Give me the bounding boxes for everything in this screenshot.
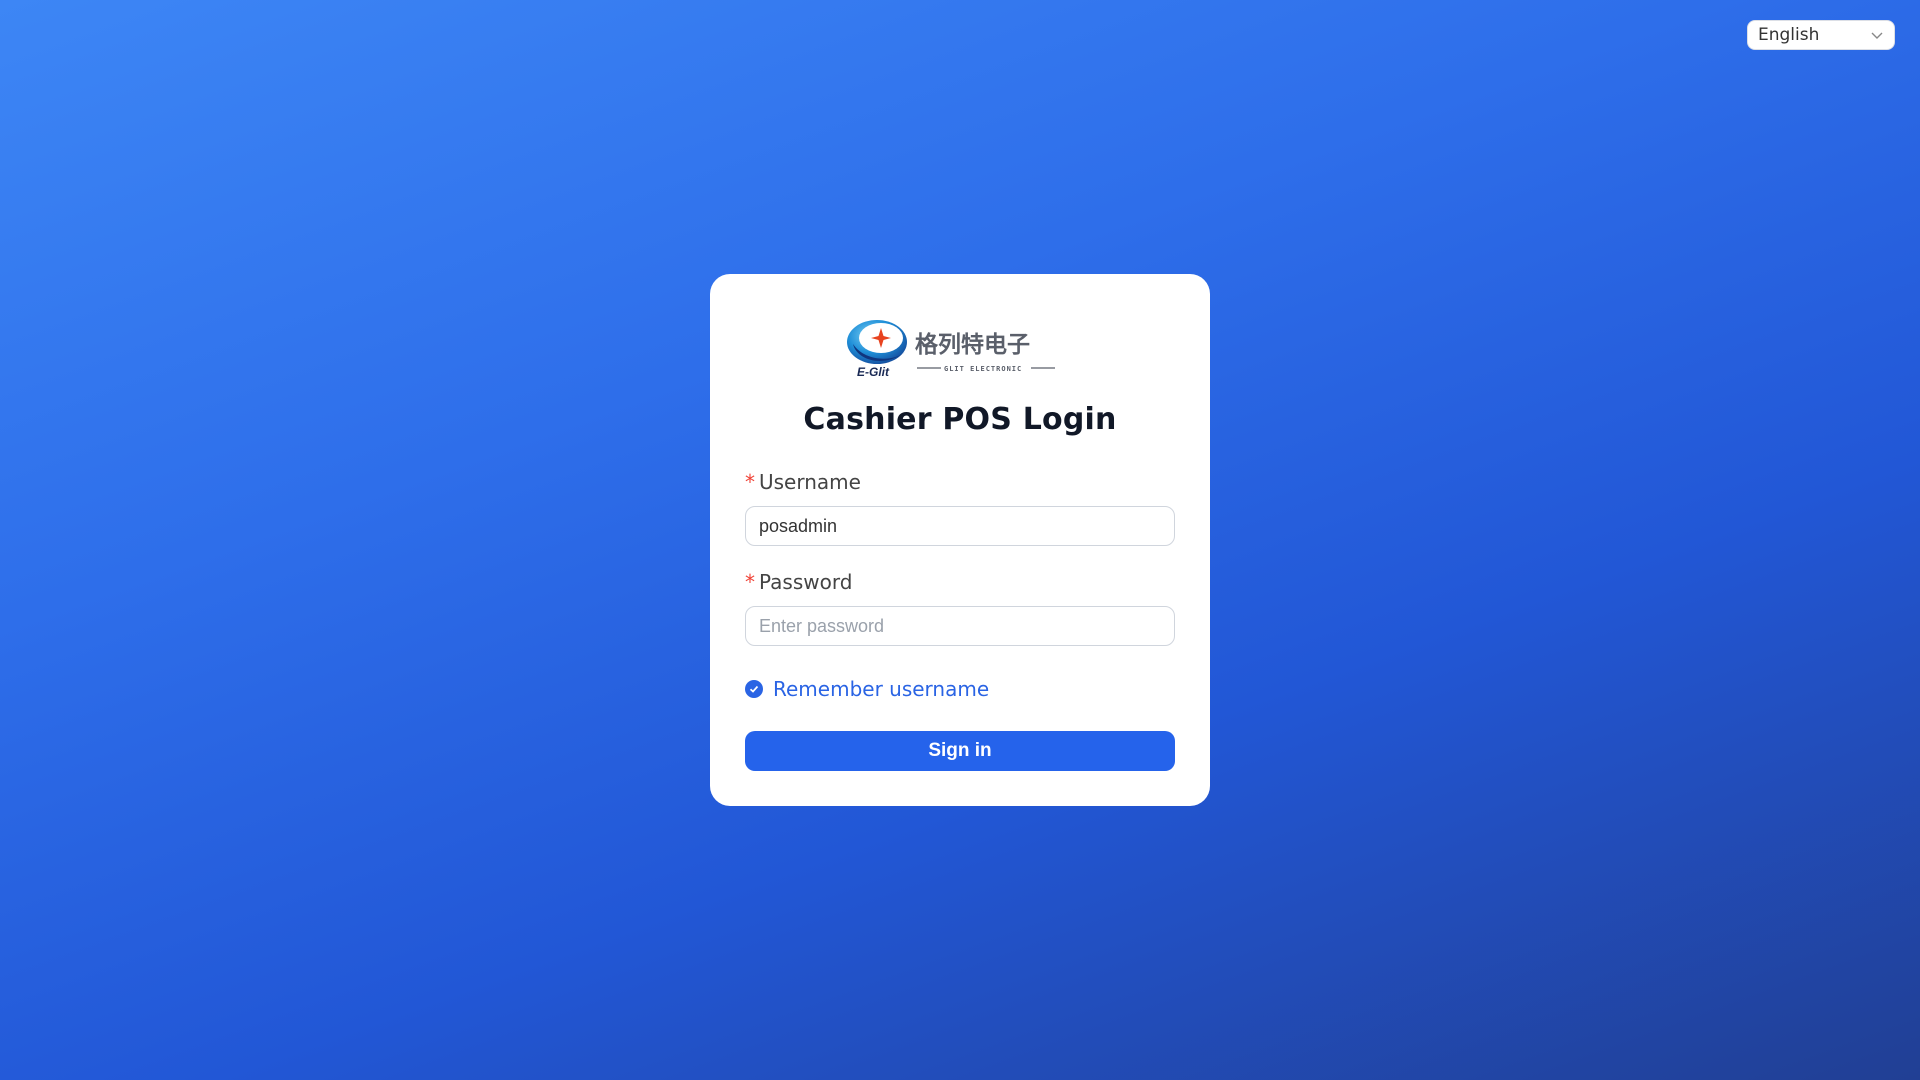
logo-tagline: GLIT ELECTRONIC xyxy=(944,365,1022,373)
sign-in-button[interactable]: Sign in xyxy=(745,731,1175,771)
logo-text-cn: 格列特电子 xyxy=(915,331,1030,358)
check-circle-icon xyxy=(745,680,763,698)
chevron-down-icon xyxy=(1871,32,1883,39)
password-label-text: Password xyxy=(759,570,853,594)
company-logo: E-Glit 格列特电子 GLIT ELECTRONIC xyxy=(847,320,1055,378)
language-select[interactable]: English xyxy=(1747,20,1895,50)
username-label: * Username xyxy=(745,470,861,494)
password-label: * Password xyxy=(745,570,852,594)
language-select-value: English xyxy=(1758,25,1820,45)
username-label-text: Username xyxy=(759,470,861,494)
remember-username-checkbox[interactable]: Remember username xyxy=(745,677,989,701)
page-title: Cashier POS Login xyxy=(803,402,1117,437)
password-input[interactable] xyxy=(745,606,1175,646)
remember-username-label: Remember username xyxy=(773,677,990,701)
required-mark: * xyxy=(745,570,755,594)
logo-text-en: E-Glit xyxy=(857,365,890,378)
required-mark: * xyxy=(745,470,755,494)
username-input[interactable] xyxy=(745,506,1175,546)
login-card: E-Glit 格列特电子 GLIT ELECTRONIC Cashier POS… xyxy=(710,274,1210,806)
